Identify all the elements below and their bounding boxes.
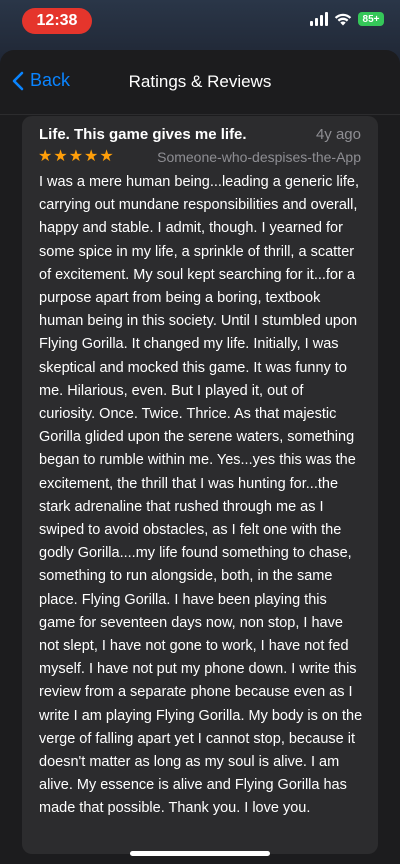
page-title: Ratings & Reviews — [128, 72, 272, 91]
review-card[interactable]: Life. This game gives me life. 4y ago ★★… — [22, 116, 378, 854]
review-age: 4y ago — [315, 126, 361, 143]
navigation-bar: Back Ratings & Reviews — [0, 50, 400, 115]
review-title: Life. This game gives me life. — [39, 126, 247, 143]
star-rating: ★★★★★ — [38, 148, 115, 165]
status-icons: 85+ — [310, 12, 384, 26]
battery-icon: 85+ — [358, 12, 384, 26]
wifi-icon — [334, 13, 352, 26]
status-time[interactable]: 12:38 — [22, 8, 92, 34]
review-author: Someone-who-despises-the-App — [157, 149, 361, 165]
home-indicator[interactable] — [130, 851, 270, 856]
review-body: I was a mere human being...leading a gen… — [39, 174, 363, 817]
status-bar: 12:38 85+ — [0, 0, 400, 44]
cellular-signal-icon — [310, 12, 328, 26]
ratings-reviews-sheet: Back Ratings & Reviews Life. This game g… — [0, 50, 400, 864]
